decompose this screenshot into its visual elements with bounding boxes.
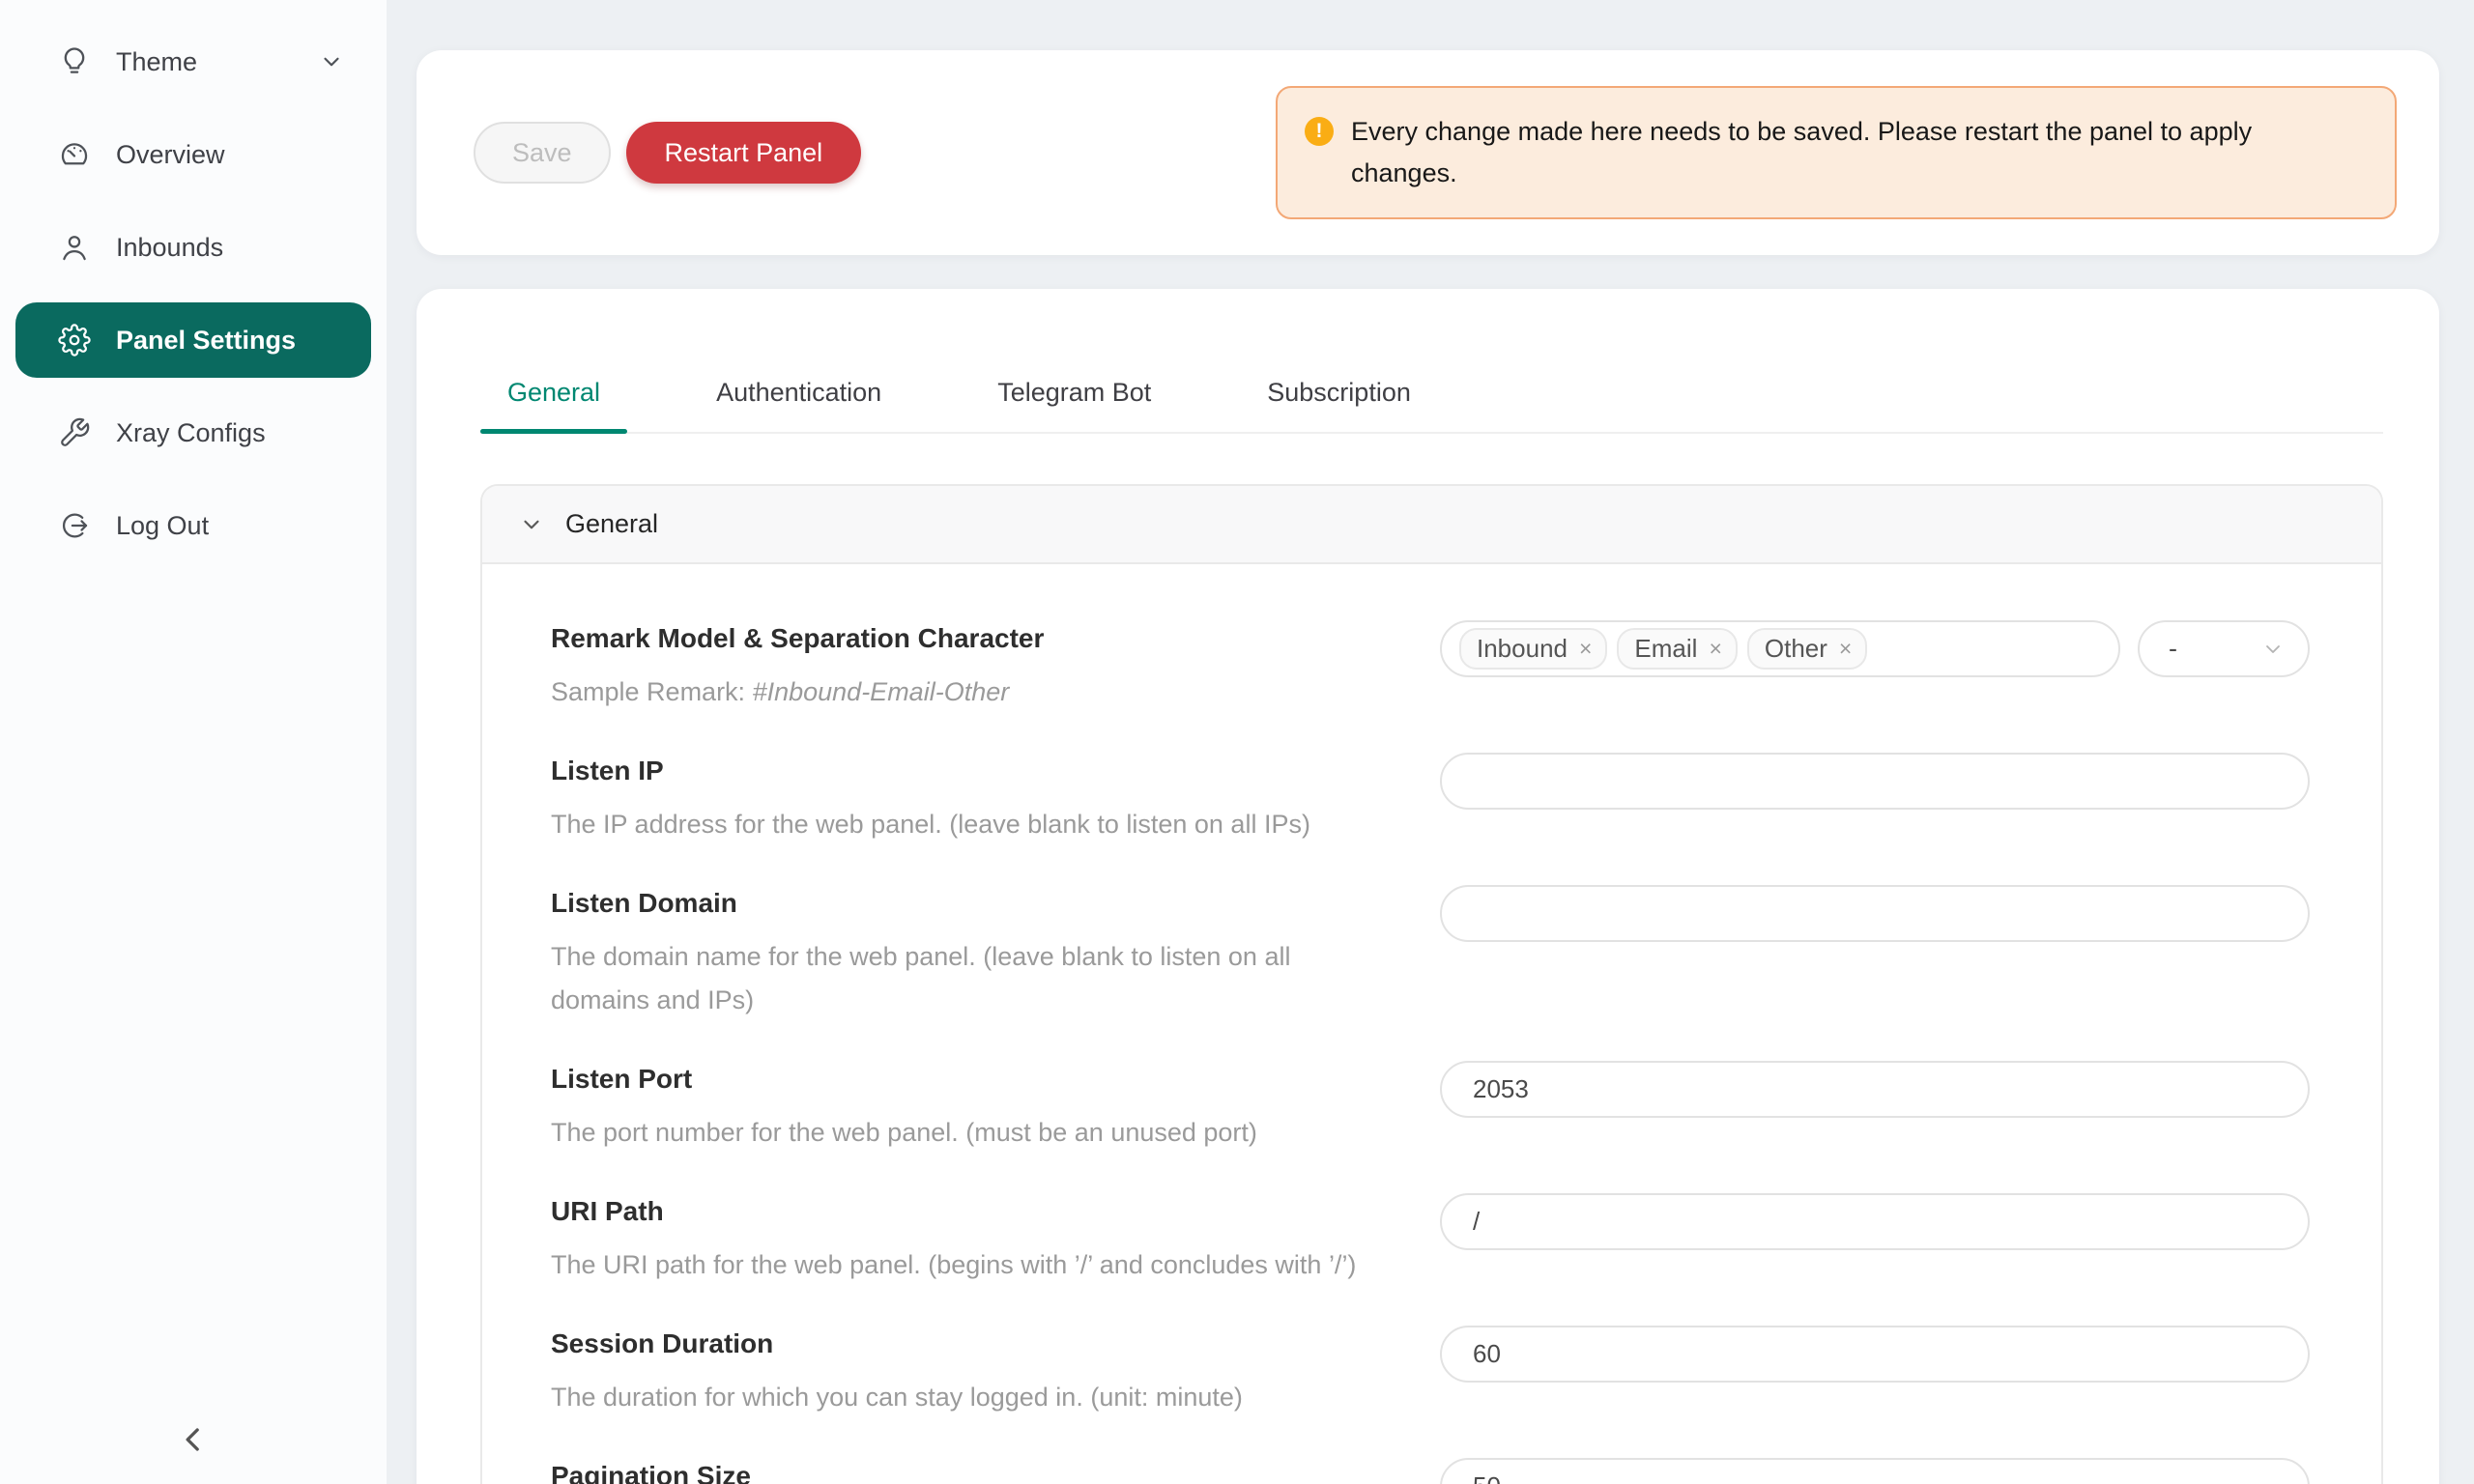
field-label: Listen Domain <box>551 885 1401 922</box>
listen-domain-input[interactable] <box>1440 885 2310 942</box>
gear-icon <box>58 324 91 357</box>
form-row-uri-path: URI Path The URI path for the web panel.… <box>551 1193 2310 1287</box>
sidebar-item-label: Log Out <box>116 511 209 541</box>
tag-label: Inbound <box>1477 634 1568 664</box>
general-collapse-header[interactable]: General <box>482 486 2381 564</box>
tag-other: Other × <box>1747 628 1867 670</box>
alert-text: Every change made here needs to be saved… <box>1351 111 2317 194</box>
form-row-listen-port: Listen Port The port number for the web … <box>551 1061 2310 1155</box>
separator-select[interactable]: - <box>2138 620 2310 677</box>
sample-remark-value: #Inbound-Email-Other <box>753 677 1010 706</box>
settings-tabs: General Authentication Telegram Bot Subs… <box>480 353 2383 434</box>
field-description: The duration for which you can stay logg… <box>551 1376 1401 1419</box>
sidebar-item-label: Theme <box>116 47 197 77</box>
tab-general[interactable]: General <box>480 353 627 432</box>
form-row-listen-domain: Listen Domain The domain name for the we… <box>551 885 2310 1022</box>
collapse-title: General <box>565 509 658 539</box>
field-label: Remark Model & Separation Character <box>551 620 1401 657</box>
listen-ip-input[interactable] <box>1440 753 2310 810</box>
field-label: Listen IP <box>551 753 1401 789</box>
restart-warning-alert: ! Every change made here needs to be sav… <box>1276 86 2397 219</box>
user-icon <box>58 231 91 264</box>
tag-label: Other <box>1765 634 1827 664</box>
form-row-session-duration: Session Duration The duration for which … <box>551 1326 2310 1419</box>
wrench-icon <box>58 416 91 449</box>
chevron-left-icon <box>174 1420 213 1459</box>
tab-subscription[interactable]: Subscription <box>1240 353 1438 432</box>
sidebar: Theme Overview Inbounds <box>0 0 387 1484</box>
tab-telegram-bot[interactable]: Telegram Bot <box>970 353 1178 432</box>
sidebar-item-label: Xray Configs <box>116 418 266 448</box>
field-label: Listen Port <box>551 1061 1401 1098</box>
close-icon[interactable]: × <box>1839 638 1852 660</box>
tag-email: Email × <box>1617 628 1737 670</box>
close-icon[interactable]: × <box>1709 638 1721 660</box>
form-row-listen-ip: Listen IP The IP address for the web pan… <box>551 753 2310 846</box>
sidebar-collapse-button[interactable] <box>174 1420 213 1459</box>
sidebar-item-label: Overview <box>116 140 225 170</box>
warning-icon: ! <box>1305 117 1334 146</box>
field-description: The IP address for the web panel. (leave… <box>551 803 1401 846</box>
remark-model-multiselect[interactable]: Inbound × Email × Other × <box>1440 620 2120 677</box>
save-button[interactable]: Save <box>474 122 611 184</box>
field-label: Pagination Size <box>551 1458 1401 1484</box>
general-form: Remark Model & Separation Character Samp… <box>482 564 2381 1484</box>
field-description: Sample Remark: #Inbound-Email-Other <box>551 671 1401 714</box>
chevron-down-icon <box>519 512 544 537</box>
sidebar-item-overview[interactable]: Overview <box>15 117 371 192</box>
main-content: Save Restart Panel ! Every change made h… <box>387 0 2474 1484</box>
form-row-remark-model: Remark Model & Separation Character Samp… <box>551 620 2310 714</box>
field-label: URI Path <box>551 1193 1401 1230</box>
field-description: The URI path for the web panel. (begins … <box>551 1243 1401 1287</box>
chevron-down-icon <box>319 49 344 74</box>
uri-path-input[interactable] <box>1440 1193 2310 1250</box>
field-description: The port number for the web panel. (must… <box>551 1111 1401 1155</box>
sidebar-item-panel-settings[interactable]: Panel Settings <box>15 302 371 378</box>
settings-card: General Authentication Telegram Bot Subs… <box>417 289 2439 1484</box>
close-icon[interactable]: × <box>1579 638 1592 660</box>
sidebar-item-label: Panel Settings <box>116 326 296 356</box>
sidebar-item-theme[interactable]: Theme <box>15 24 371 100</box>
tag-label: Email <box>1634 634 1697 664</box>
tag-inbound: Inbound × <box>1459 628 1607 670</box>
chevron-down-icon <box>2261 638 2285 661</box>
field-label: Session Duration <box>551 1326 1401 1362</box>
sidebar-item-inbounds[interactable]: Inbounds <box>15 210 371 285</box>
listen-port-input[interactable] <box>1440 1061 2310 1118</box>
pagination-size-input[interactable] <box>1440 1458 2310 1484</box>
field-description: The domain name for the web panel. (leav… <box>551 935 1372 1022</box>
toolbar-card: Save Restart Panel ! Every change made h… <box>417 50 2439 255</box>
separator-select-value: - <box>2169 634 2177 664</box>
restart-panel-button[interactable]: Restart Panel <box>626 122 862 184</box>
sidebar-item-label: Inbounds <box>116 233 223 263</box>
sample-remark-prefix: Sample Remark: <box>551 677 753 706</box>
sidebar-item-log-out[interactable]: Log Out <box>15 488 371 563</box>
dashboard-icon <box>58 138 91 171</box>
sidebar-item-xray-configs[interactable]: Xray Configs <box>15 395 371 471</box>
tab-authentication[interactable]: Authentication <box>689 353 908 432</box>
general-collapse-panel: General Remark Model & Separation Charac… <box>480 484 2383 1484</box>
session-duration-input[interactable] <box>1440 1326 2310 1383</box>
form-row-pagination-size: Pagination Size <box>551 1458 2310 1484</box>
logout-icon <box>58 509 91 542</box>
lightbulb-icon <box>58 45 91 78</box>
